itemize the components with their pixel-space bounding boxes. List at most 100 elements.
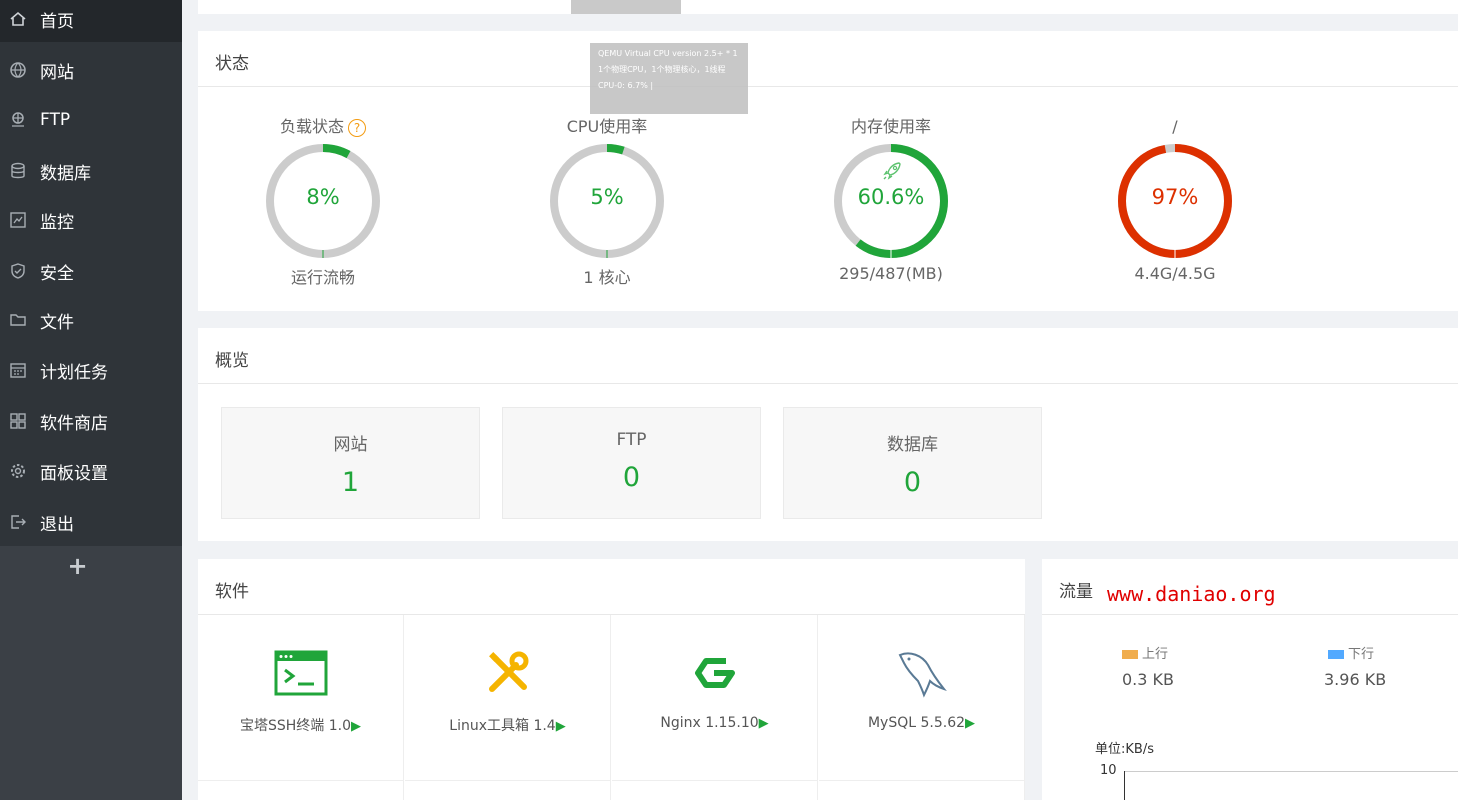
calendar-icon xyxy=(9,361,27,379)
rocket-icon[interactable] xyxy=(881,160,903,182)
globe-icon xyxy=(9,61,27,79)
disk-gauge[interactable]: / 97% 4.4G/4.5G xyxy=(1075,116,1275,283)
tooltip-line: QEMU Virtual CPU version 2.5+ * 1 xyxy=(598,49,738,58)
card-value[interactable]: 0 xyxy=(784,467,1041,498)
cpu-tooltip: QEMU Virtual CPU version 2.5+ * 1 1个物理CP… xyxy=(590,43,748,114)
software-item-empty[interactable] xyxy=(198,781,404,800)
load-gauge-header: 负载状态? xyxy=(223,116,423,138)
open-arrow-icon[interactable]: ▶ xyxy=(965,716,975,731)
card-value[interactable]: 1 xyxy=(222,467,479,498)
sidebar-item-label: 面板设置 xyxy=(40,463,108,484)
overview-card-ftp[interactable]: FTP 0 xyxy=(502,407,761,519)
card-label: 网站 xyxy=(333,435,368,455)
sidebar-item-logout[interactable]: 退出 xyxy=(0,499,182,545)
disk-sub: 4.4G/4.5G xyxy=(1134,264,1216,283)
sidebar-item-label: 软件商店 xyxy=(40,413,108,434)
card-label: 数据库 xyxy=(887,435,938,455)
terminal-icon xyxy=(274,650,327,696)
software-item-empty[interactable] xyxy=(819,781,1025,800)
cpu-gauge-label: CPU使用率 xyxy=(566,117,648,136)
sidebar: 首页 网站 FTP 数据库 监控 安全 文件 计划任务 软件商店 面板设置 退出… xyxy=(0,0,182,800)
sidebar-item-label: 首页 xyxy=(40,11,74,32)
software-name: MySQL 5.5.62 xyxy=(867,715,966,731)
chart-y-tick: 10 xyxy=(1100,763,1117,778)
sidebar-item-store[interactable]: 软件商店 xyxy=(0,398,182,444)
terminal-icon-box xyxy=(198,645,403,701)
open-arrow-icon[interactable]: ▶ xyxy=(759,716,769,731)
software-item-mysql[interactable]: MySQL 5.5.62▶ xyxy=(819,615,1025,781)
cpu-sub: 1 核心 xyxy=(583,268,631,287)
overview-card-website[interactable]: 网站 1 xyxy=(221,407,480,519)
sidebar-item-database[interactable]: 数据库 xyxy=(0,148,182,194)
tooltip-line: 1个物理CPU，1个物理核心，1线程 xyxy=(598,65,726,74)
load-gauge-label: 负载状态 xyxy=(279,117,344,136)
load-ring: 8% xyxy=(264,142,382,260)
top-panel-edge xyxy=(198,0,1458,14)
card-value[interactable]: 0 xyxy=(503,462,760,493)
database-icon xyxy=(9,162,27,180)
software-item-empty[interactable] xyxy=(612,781,818,800)
overview-card-database[interactable]: 数据库 0 xyxy=(783,407,1042,519)
cpu-value: 5% xyxy=(590,185,624,209)
traffic-title: 流量 xyxy=(1059,582,1093,602)
sidebar-item-website[interactable]: 网站 xyxy=(0,47,182,93)
load-value: 8% xyxy=(306,185,340,209)
mysql-icon xyxy=(898,652,947,698)
cpu-ring: 5% xyxy=(548,142,666,260)
memory-gauge[interactable]: 内存使用率 60.6% 295/487(MB) xyxy=(791,116,991,283)
open-arrow-icon[interactable]: ▶ xyxy=(351,719,361,734)
sidebar-item-files[interactable]: 文件 xyxy=(0,297,182,343)
software-header: 软件 xyxy=(198,559,1025,615)
disk-gauge-label: / xyxy=(1172,117,1178,136)
disk-ring: 97% xyxy=(1116,142,1234,260)
watermark-text: www.daniao.org xyxy=(1107,582,1276,606)
upload-value: 0.3 KB xyxy=(1122,670,1174,689)
software-item-nginx[interactable]: Nginx 1.15.10▶ xyxy=(612,615,818,781)
shield-icon xyxy=(9,262,27,280)
sidebar-item-security[interactable]: 安全 xyxy=(0,248,182,294)
status-panel: 状态 负载状态? 8% 运行流畅 CPU使用率 5% 1 核心 内存使用率 60… xyxy=(198,31,1458,311)
software-name: 宝塔SSH终端 1.0 xyxy=(239,718,351,734)
load-sub: 运行流畅 xyxy=(290,268,355,287)
add-menu-button[interactable]: + xyxy=(0,552,155,580)
cpu-gauge[interactable]: CPU使用率 5% 1 核心 xyxy=(507,116,707,288)
upload-legend[interactable]: 上行 xyxy=(1122,643,1168,662)
download-value: 3.96 KB xyxy=(1324,670,1387,689)
nginx-icon xyxy=(694,658,735,688)
apps-icon xyxy=(9,412,27,430)
software-item-empty[interactable] xyxy=(405,781,611,800)
sidebar-item-label: 监控 xyxy=(40,212,74,233)
sidebar-item-settings[interactable]: 面板设置 xyxy=(0,448,182,494)
help-icon[interactable]: ? xyxy=(348,118,366,137)
download-legend[interactable]: 下行 xyxy=(1328,643,1374,662)
software-item-linux-toolbox[interactable]: Linux工具箱 1.4▶ xyxy=(405,615,611,781)
ssh-name-row: 宝塔SSH终端 1.0▶ xyxy=(198,715,403,735)
overview-title: 概览 xyxy=(215,351,249,371)
download-label: 下行 xyxy=(1348,647,1375,662)
upload-label: 上行 xyxy=(1142,647,1169,662)
mysql-name-row: MySQL 5.5.62▶ xyxy=(819,715,1024,731)
gear-icon xyxy=(9,462,27,480)
memory-sub: 295/487(MB) xyxy=(839,264,943,283)
upload-swatch xyxy=(1122,650,1138,659)
tools-icon-box xyxy=(405,645,610,701)
sidebar-item-label: FTP xyxy=(40,110,71,130)
sidebar-item-ftp[interactable]: FTP xyxy=(0,97,182,143)
monitor-icon xyxy=(9,211,27,229)
chart-unit: 单位:KB/s xyxy=(1095,742,1154,757)
sidebar-item-home[interactable]: 首页 xyxy=(0,0,182,42)
open-arrow-icon[interactable]: ▶ xyxy=(556,719,566,734)
sidebar-item-monitor[interactable]: 监控 xyxy=(0,197,182,243)
load-gauge[interactable]: 负载状态? 8% 运行流畅 xyxy=(223,116,423,288)
sidebar-item-label: 数据库 xyxy=(40,163,91,184)
memory-value: 60.6% xyxy=(857,185,925,209)
disk-value: 97% xyxy=(1151,185,1199,209)
software-item-ssh[interactable]: 宝塔SSH终端 1.0▶ xyxy=(198,615,404,781)
home-icon xyxy=(9,10,27,28)
memory-gauge-label: 内存使用率 xyxy=(850,117,931,136)
sidebar-item-cron[interactable]: 计划任务 xyxy=(0,347,182,393)
scroll-thumb[interactable] xyxy=(571,0,681,14)
chart-y-axis xyxy=(1124,771,1125,800)
sidebar-item-label: 网站 xyxy=(40,62,74,83)
chart-gridline xyxy=(1124,771,1458,772)
